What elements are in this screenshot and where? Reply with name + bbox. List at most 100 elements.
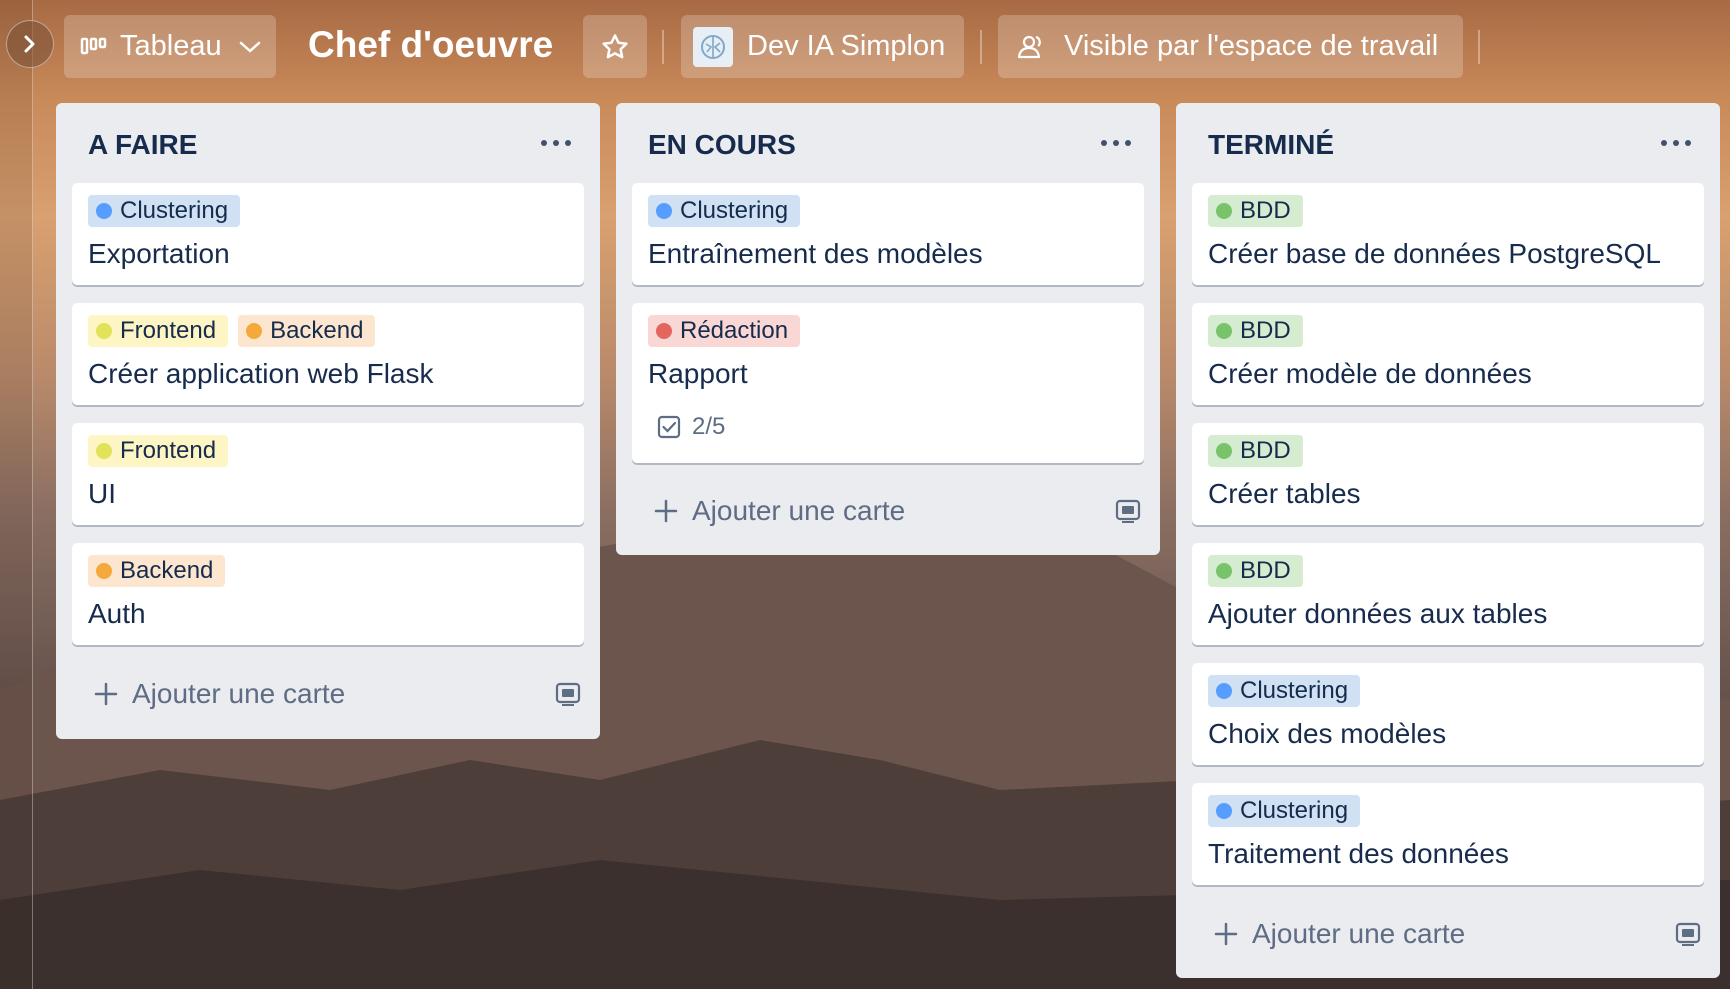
label-dot [656,203,672,219]
card-template-button[interactable] [1110,493,1146,529]
list-title[interactable]: A FAIRE [88,129,197,161]
add-card-button[interactable]: Ajouter une carte [72,666,584,722]
label-text: Clustering [1240,677,1349,704]
label-clustering[interactable]: Clustering [648,195,801,227]
label-dot [96,203,112,219]
label-bdd[interactable]: BDD [1208,435,1303,467]
label-dot [1216,683,1232,699]
card-title: Créer base de données PostgreSQL [1208,238,1661,269]
card[interactable]: Frontend UI [72,423,584,525]
sidebar-collapsed [0,0,33,989]
card[interactable]: Clustering Traitement des données [1192,783,1704,885]
card-title: Exportation [88,238,230,269]
card-title: Traitement des données [1208,838,1509,869]
label-frontend[interactable]: Frontend [88,315,229,347]
list-a-faire: A FAIRE Clustering Exportation Frontend … [56,103,600,739]
workspace-visibility-icon [1017,35,1041,58]
card[interactable]: Backend Auth [72,543,584,645]
template-icon [1675,922,1701,946]
list-title[interactable]: TERMINÉ [1208,129,1334,161]
label-text: Rédaction [680,317,789,344]
label-redaction[interactable]: Rédaction [648,315,801,347]
label-text: BDD [1240,557,1291,584]
template-icon [555,682,581,706]
list-header: TERMINÉ [1176,103,1720,183]
label-text: BDD [1240,197,1291,224]
more-options-icon[interactable] [1658,129,1694,157]
label-clustering[interactable]: Clustering [88,195,241,227]
label-text: Clustering [680,197,789,224]
card-title: Ajouter données aux tables [1208,598,1548,629]
card-template-button[interactable] [1670,916,1706,952]
visibility-button[interactable]: Visible par l'espace de travail [998,15,1463,78]
label-dot [246,323,263,339]
board-header: Tableau Chef d'oeuvre Dev IA Simplon Vis… [0,0,1730,94]
label-bdd[interactable]: BDD [1208,555,1303,587]
visibility-label: Visible par l'espace de travail [1064,30,1439,62]
label-text: BDD [1240,317,1291,344]
label-text: Backend [120,557,214,584]
card-title: Créer tables [1208,478,1361,509]
list-header: A FAIRE [56,103,600,183]
workspace-button[interactable]: Dev IA Simplon [681,15,964,78]
label-dot [1216,443,1232,459]
view-switcher-button[interactable]: Tableau [64,15,276,78]
label-clustering[interactable]: Clustering [1208,675,1361,707]
card-title: Créer application web Flask [88,358,434,389]
checklist-badge: 2/5 [656,413,725,441]
label-text: Frontend [120,437,217,464]
star-icon [602,33,628,58]
label-frontend[interactable]: Frontend [88,435,229,467]
more-options-icon[interactable] [538,129,574,157]
card[interactable]: Clustering Exportation [72,183,584,285]
label-backend[interactable]: Backend [238,315,376,347]
card[interactable]: BDD Créer base de données PostgreSQL [1192,183,1704,285]
card-template-button[interactable] [550,676,586,712]
list-header: EN COURS [616,103,1160,183]
card[interactable]: Frontend Backend Créer application web F… [72,303,584,405]
card-title: Créer modèle de données [1208,358,1532,389]
label-dot [1216,323,1232,339]
chevron-down-icon [239,41,260,53]
card[interactable]: Clustering Choix des modèles [1192,663,1704,765]
label-dot [1216,563,1232,579]
list-title[interactable]: EN COURS [648,129,796,161]
label-dot [96,563,112,579]
board-view-icon [80,37,107,54]
card-title: Choix des modèles [1208,718,1447,749]
label-backend[interactable]: Backend [88,555,226,587]
board-title[interactable]: Chef d'oeuvre [308,24,553,66]
add-card-button[interactable]: Ajouter une carte [1192,906,1704,962]
header-divider [1478,30,1480,64]
checklist-count: 2/5 [692,413,726,440]
plus-icon [94,682,118,706]
header-divider [662,30,664,64]
label-bdd[interactable]: BDD [1208,195,1303,227]
card[interactable]: BDD Ajouter données aux tables [1192,543,1704,645]
card-title: Auth [88,598,146,629]
label-clustering[interactable]: Clustering [1208,795,1361,827]
label-dot [656,323,672,339]
card[interactable]: Rédaction Rapport 2/5 [632,303,1144,463]
checklist-icon [657,415,681,439]
card[interactable]: Clustering Entraînement des modèles [632,183,1144,285]
template-icon [1115,499,1141,523]
label-text: Clustering [1240,797,1349,824]
card-title: Rapport [648,358,748,389]
list-en-cours: EN COURS Clustering Entraînement des mod… [616,103,1160,555]
card[interactable]: BDD Créer tables [1192,423,1704,525]
card[interactable]: BDD Créer modèle de données [1192,303,1704,405]
label-dot [96,443,112,459]
card-title: UI [88,478,116,509]
workspace-logo-icon [693,26,733,67]
add-card-button[interactable]: Ajouter une carte [632,483,1144,539]
header-divider [980,30,982,64]
star-board-button[interactable] [583,15,647,78]
label-bdd[interactable]: BDD [1208,315,1303,347]
add-card-label: Ajouter une carte [1252,918,1466,949]
plus-icon [1214,922,1238,946]
more-options-icon[interactable] [1098,129,1134,157]
add-card-label: Ajouter une carte [692,495,906,526]
view-switcher-label: Tableau [120,30,222,62]
plus-icon [654,499,678,523]
